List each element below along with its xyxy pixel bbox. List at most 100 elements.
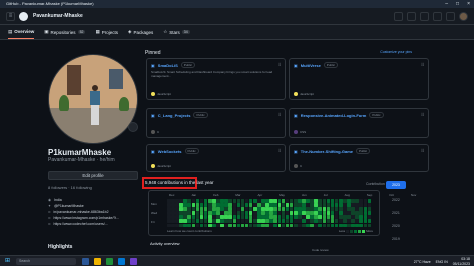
contribution-cell[interactable]: [351, 211, 355, 215]
chrome-icon[interactable]: [106, 258, 113, 265]
tab-repositories[interactable]: ▣ Repositories 52: [44, 25, 86, 39]
contribution-cell[interactable]: [244, 219, 249, 224]
contribution-cell[interactable]: [175, 207, 179, 211]
contribution-cell[interactable]: [261, 207, 265, 211]
contribution-cell[interactable]: [195, 215, 200, 219]
contribution-cell[interactable]: [285, 211, 290, 215]
contribution-cell[interactable]: [306, 211, 310, 215]
contribution-cell[interactable]: [330, 199, 335, 203]
contribution-cell[interactable]: [363, 215, 368, 219]
contribution-cell[interactable]: [302, 215, 306, 219]
contribution-cell[interactable]: [228, 223, 232, 228]
contribution-cell[interactable]: [293, 223, 298, 228]
tab-stars[interactable]: ☆ Stars 34: [163, 25, 190, 39]
contribution-cell[interactable]: [314, 199, 318, 203]
contribution-cell[interactable]: [220, 203, 224, 207]
contribution-cell[interactable]: [257, 203, 261, 207]
contribution-cell[interactable]: [191, 223, 196, 228]
contribution-cell[interactable]: [277, 215, 282, 219]
contribution-cell[interactable]: [203, 207, 208, 211]
contribution-cell[interactable]: [298, 219, 302, 224]
contribution-cell[interactable]: [359, 199, 363, 203]
pinned-card[interactable]: ▣ Responsive-Animated-Login-Form Public CS…: [289, 108, 429, 138]
contribution-cell[interactable]: [244, 207, 249, 211]
contribution-cell[interactable]: [240, 223, 245, 228]
contribution-cell[interactable]: [343, 199, 347, 203]
contribution-cell[interactable]: [265, 223, 269, 228]
contribution-cell[interactable]: [183, 215, 187, 219]
contribution-cell[interactable]: [191, 211, 196, 215]
contribution-cell[interactable]: [273, 215, 278, 219]
contribution-cell[interactable]: [355, 203, 359, 207]
contribution-cell[interactable]: [252, 223, 257, 228]
contribution-cell[interactable]: [298, 223, 302, 228]
contribution-cell[interactable]: [351, 223, 355, 228]
contribution-cell[interactable]: [261, 199, 265, 203]
contribution-cell[interactable]: [285, 223, 290, 228]
contribution-cell[interactable]: [281, 223, 286, 228]
contribution-cell[interactable]: [338, 199, 343, 203]
contribution-cell[interactable]: [326, 215, 331, 219]
contribution-cell[interactable]: [281, 211, 286, 215]
taskbar-search-input[interactable]: Search: [16, 258, 76, 265]
contribution-cell[interactable]: [310, 215, 314, 219]
contribution-cell[interactable]: [232, 207, 237, 211]
contribution-cell[interactable]: [293, 211, 298, 215]
contribution-cell[interactable]: [338, 215, 343, 219]
contribution-cell[interactable]: [334, 223, 339, 228]
contribution-cell[interactable]: [216, 203, 220, 207]
issues-icon[interactable]: [420, 12, 429, 21]
contribution-cell[interactable]: [261, 203, 265, 207]
contribution-cell[interactable]: [322, 203, 327, 207]
contribution-cell[interactable]: [252, 215, 257, 219]
contribution-cell[interactable]: [240, 215, 245, 219]
contribution-cell[interactable]: [179, 219, 183, 224]
contribution-cell[interactable]: [265, 199, 269, 203]
contribution-cell[interactable]: [314, 219, 318, 224]
contribution-cell[interactable]: [334, 215, 339, 219]
contribution-cell[interactable]: [199, 211, 204, 215]
contribution-cell[interactable]: [179, 207, 183, 211]
contribution-cell[interactable]: [228, 211, 232, 215]
tab-projects[interactable]: ▦ Projects: [95, 25, 118, 39]
contribution-cell[interactable]: [167, 199, 171, 203]
contribution-cell[interactable]: [334, 219, 339, 224]
contribution-cell[interactable]: [318, 207, 323, 211]
contribution-cell[interactable]: [269, 199, 273, 203]
contribution-cell[interactable]: [171, 223, 175, 228]
contribution-cell[interactable]: [171, 215, 175, 219]
close-icon[interactable]: ×: [467, 0, 470, 8]
avatar-small[interactable]: [459, 12, 468, 21]
contribution-cell[interactable]: [232, 199, 237, 203]
contribution-cell[interactable]: [167, 215, 171, 219]
contribution-cell[interactable]: [191, 215, 196, 219]
hamburger-icon[interactable]: ≡: [6, 12, 15, 21]
contribution-cell[interactable]: [285, 203, 290, 207]
contribution-cell[interactable]: [187, 211, 192, 215]
contribution-cell[interactable]: [195, 207, 200, 211]
contribution-cell[interactable]: [203, 219, 208, 224]
contribution-cell[interactable]: [273, 207, 278, 211]
contribution-cell[interactable]: [175, 199, 179, 203]
contribution-cell[interactable]: [273, 199, 278, 203]
contribution-cell[interactable]: [310, 223, 314, 228]
drag-handle-icon[interactable]: ⠿: [278, 112, 281, 117]
contribution-cell[interactable]: [207, 199, 212, 203]
contribution-cell[interactable]: [236, 211, 241, 215]
contribution-cell[interactable]: [330, 207, 335, 211]
contribution-cell[interactable]: [175, 223, 179, 228]
drag-handle-icon[interactable]: ⠿: [421, 62, 424, 67]
contribution-cell[interactable]: [179, 223, 183, 228]
contribution-cell[interactable]: [355, 199, 359, 203]
contribution-cell[interactable]: [347, 207, 351, 211]
contribution-cell[interactable]: [347, 219, 351, 224]
contribution-cell[interactable]: [199, 207, 204, 211]
task-view-icon[interactable]: [82, 258, 89, 265]
contribution-cell[interactable]: [224, 223, 228, 228]
contribution-cell[interactable]: [289, 223, 294, 228]
contribution-cell[interactable]: [191, 207, 196, 211]
contribution-cell[interactable]: [343, 223, 347, 228]
contribution-cell[interactable]: [310, 199, 314, 203]
contribution-cell[interactable]: [199, 203, 204, 207]
year-link[interactable]: 2019: [392, 233, 400, 246]
